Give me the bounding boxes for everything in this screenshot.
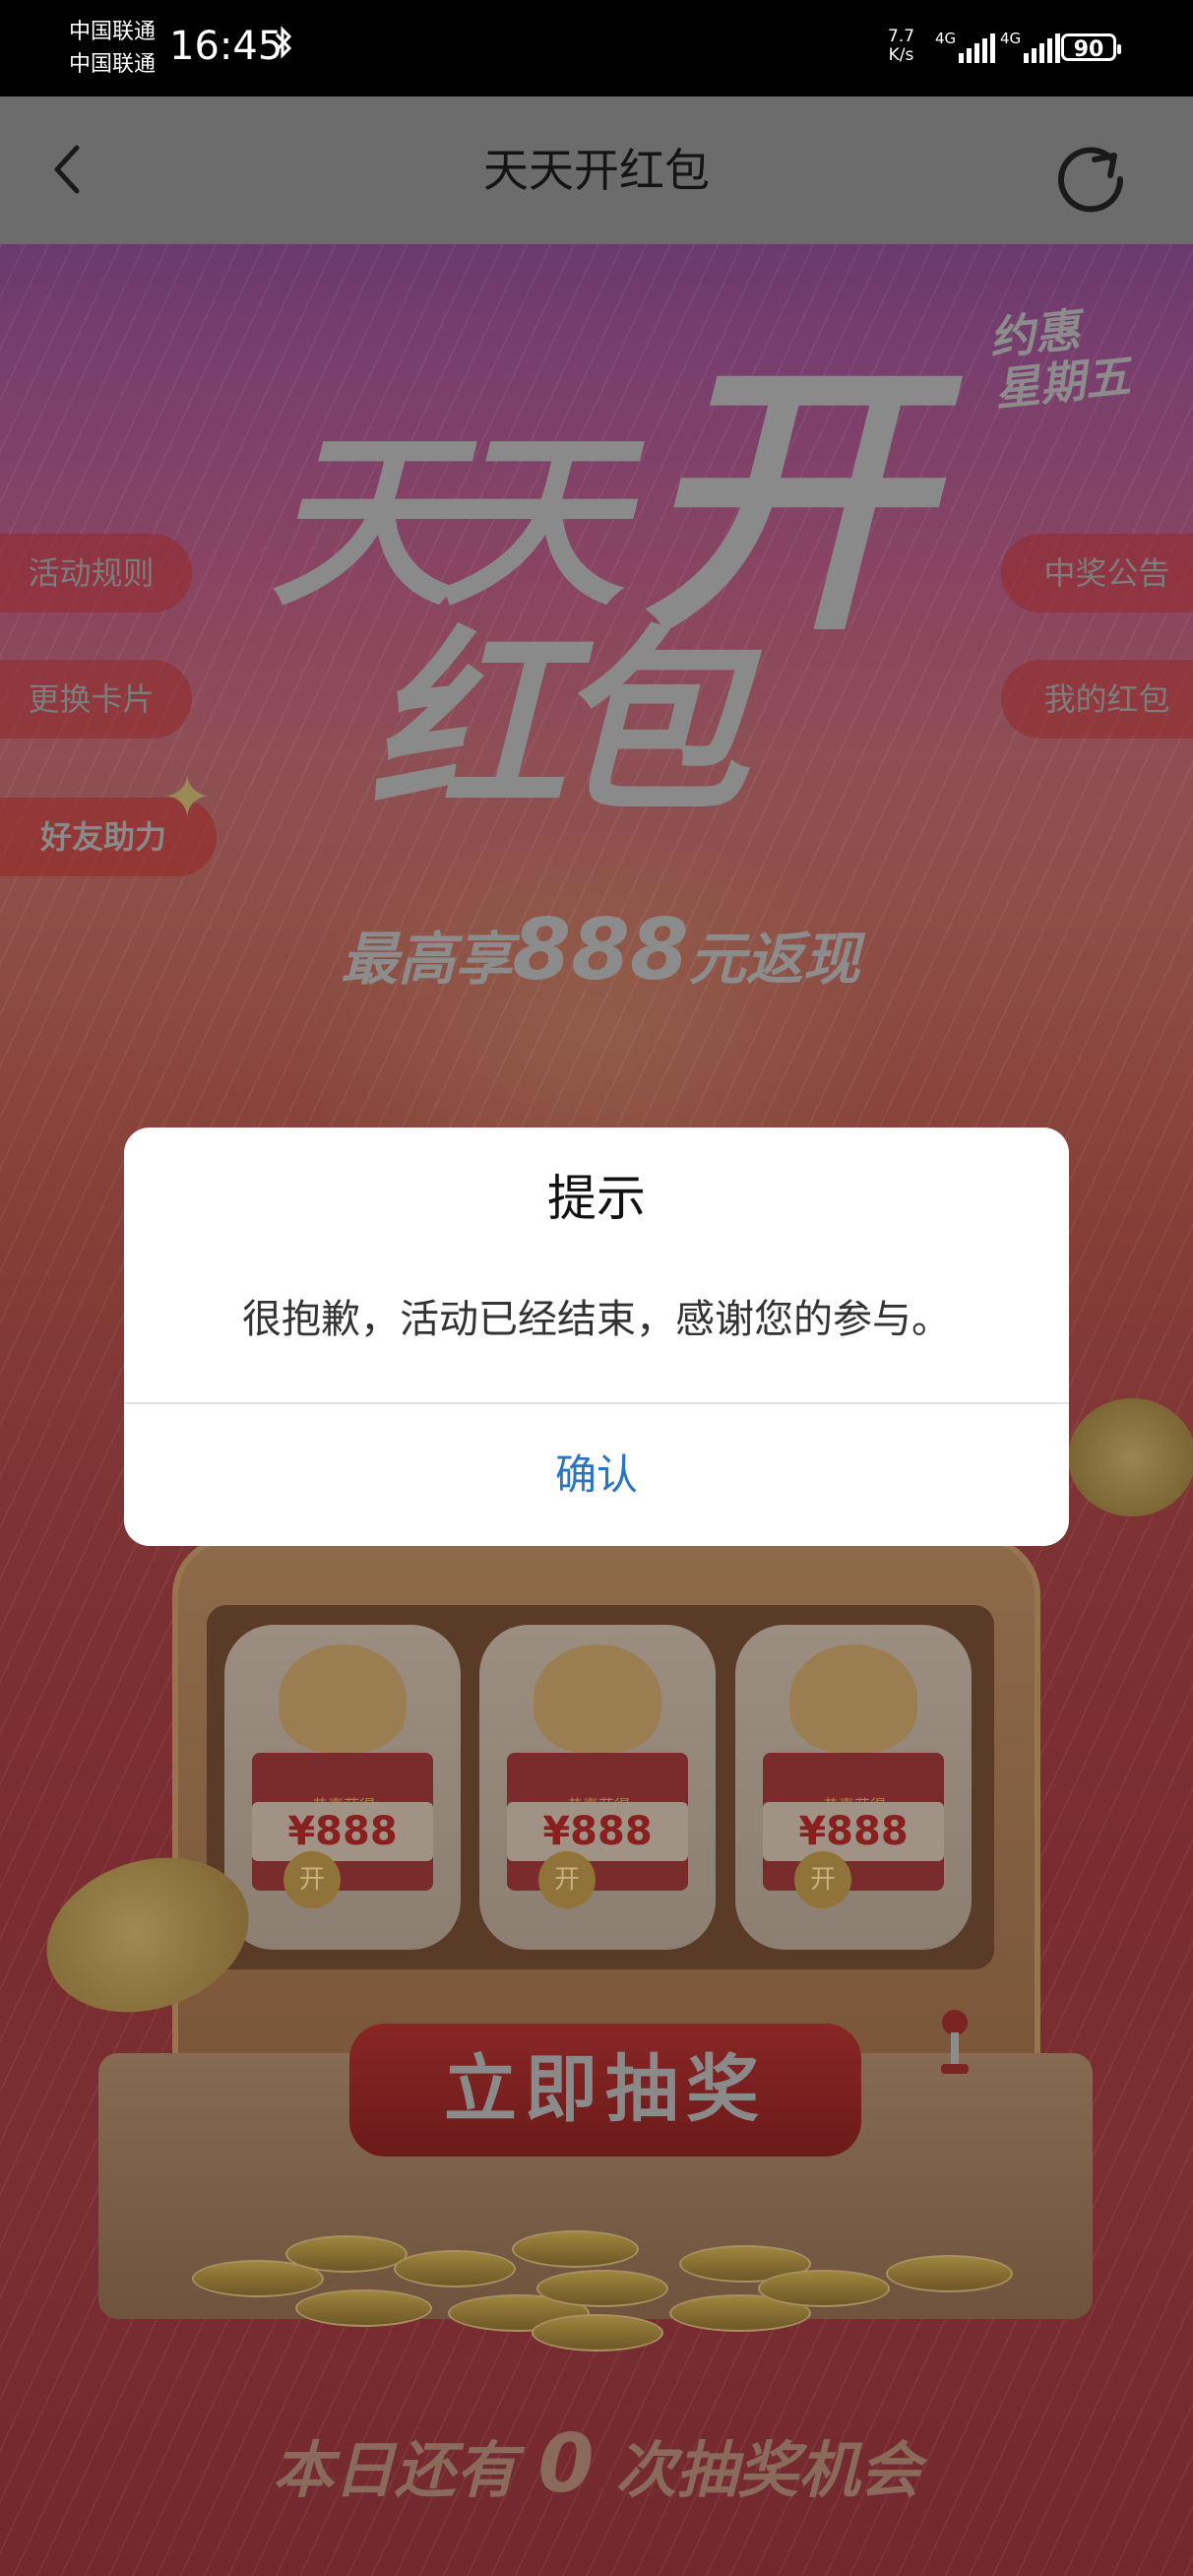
subtitle-amount: 888 — [512, 901, 689, 999]
open-coin-icon: 开 — [283, 1851, 341, 1908]
open-coin-icon: 开 — [794, 1851, 851, 1908]
winners-button[interactable]: 中奖公告 — [1001, 534, 1193, 612]
prize-amount: ¥888 — [507, 1802, 688, 1861]
tiger-mascot-icon — [534, 1644, 661, 1753]
network-speed-unit: K/s — [888, 45, 914, 65]
red-packet-card: 恭喜获得 ¥888 — [763, 1753, 944, 1891]
chances-prefix: 本日还有 — [272, 2434, 517, 2506]
rules-button[interactable]: 活动规则 — [0, 534, 192, 612]
carrier-2: 中国联通 — [69, 52, 157, 77]
refresh-icon — [1058, 147, 1124, 213]
carrier-info: 中国联通 中国联通 — [69, 16, 156, 81]
chevron-left-icon — [54, 145, 80, 194]
chances-count: 0 — [537, 2417, 595, 2511]
chances-suffix: 次抽奖机会 — [615, 2434, 921, 2506]
dialog-message: 很抱歉，活动已经结束，感谢您的参与。 — [242, 1297, 951, 1342]
open-coin-icon: 开 — [538, 1851, 596, 1908]
nav-bar: 天天开红包 — [0, 97, 1193, 244]
network-speed: 7.7 K/s — [888, 28, 914, 65]
subtitle-suffix: 元返现 — [688, 926, 860, 993]
banner-subtitle: 最高享888元返现 — [295, 901, 906, 999]
slot-reel-1: 恭喜获得 ¥888 开 — [224, 1625, 461, 1950]
my-red-packets-button[interactable]: 我的红包 — [1001, 660, 1193, 739]
prize-amount: ¥888 — [763, 1802, 944, 1861]
carrier-1: 中国联通 — [69, 20, 157, 44]
back-button[interactable] — [39, 140, 98, 199]
refresh-button[interactable] — [1051, 138, 1130, 217]
prize-amount: ¥888 — [252, 1802, 433, 1861]
page-title: 天天开红包 — [483, 144, 710, 197]
slot-reel-3: 恭喜获得 ¥888 开 — [735, 1625, 972, 1950]
banner-title-line1: 天天 — [271, 412, 625, 631]
banner-title-open: 开 — [640, 335, 925, 670]
gold-coin-pile — [0, 2216, 1193, 2373]
banner-title-line2: 红包 — [369, 608, 748, 839]
dialog-title: 提示 — [547, 1170, 646, 1227]
bluetooth-icon — [274, 26, 293, 66]
signal-1-bars-icon — [959, 33, 995, 63]
alert-dialog: 提示 很抱歉，活动已经结束，感谢您的参与。 确认 — [124, 1127, 1069, 1546]
confirm-button[interactable]: 确认 — [124, 1404, 1069, 1546]
slot-reel-2: 恭喜获得 ¥888 开 — [479, 1625, 716, 1950]
tiger-mascot-icon — [279, 1644, 407, 1753]
remaining-chances: 本日还有 0 次抽奖机会 — [0, 2417, 1193, 2511]
promo-stamp: 约惠 星期五 — [986, 298, 1150, 461]
lever-icon — [935, 2009, 974, 2078]
signal-2-bars-icon — [1024, 33, 1060, 63]
draw-now-button[interactable]: 立即抽奖 — [349, 2024, 861, 2157]
signal-1-label: 4G — [935, 30, 957, 47]
signal-2-label: 4G — [1000, 30, 1022, 47]
red-packet-card: 恭喜获得 ¥888 — [507, 1753, 688, 1891]
battery-icon: 90 — [1061, 33, 1121, 62]
subtitle-prefix: 最高享 — [341, 926, 513, 993]
red-packet-card: 恭喜获得 ¥888 — [252, 1753, 433, 1891]
sparkle-icon: ✦ — [162, 763, 213, 832]
status-bar: 中国联通 中国联通 16:45 7.7 K/s 4G 4G 90 — [0, 0, 1193, 97]
tiger-mascot-icon — [789, 1644, 917, 1753]
coin-decoration — [1068, 1398, 1193, 1516]
change-card-button[interactable]: 更换卡片 — [0, 660, 192, 739]
clock: 16:45 — [169, 24, 283, 69]
network-speed-value: 7.7 — [888, 27, 915, 46]
